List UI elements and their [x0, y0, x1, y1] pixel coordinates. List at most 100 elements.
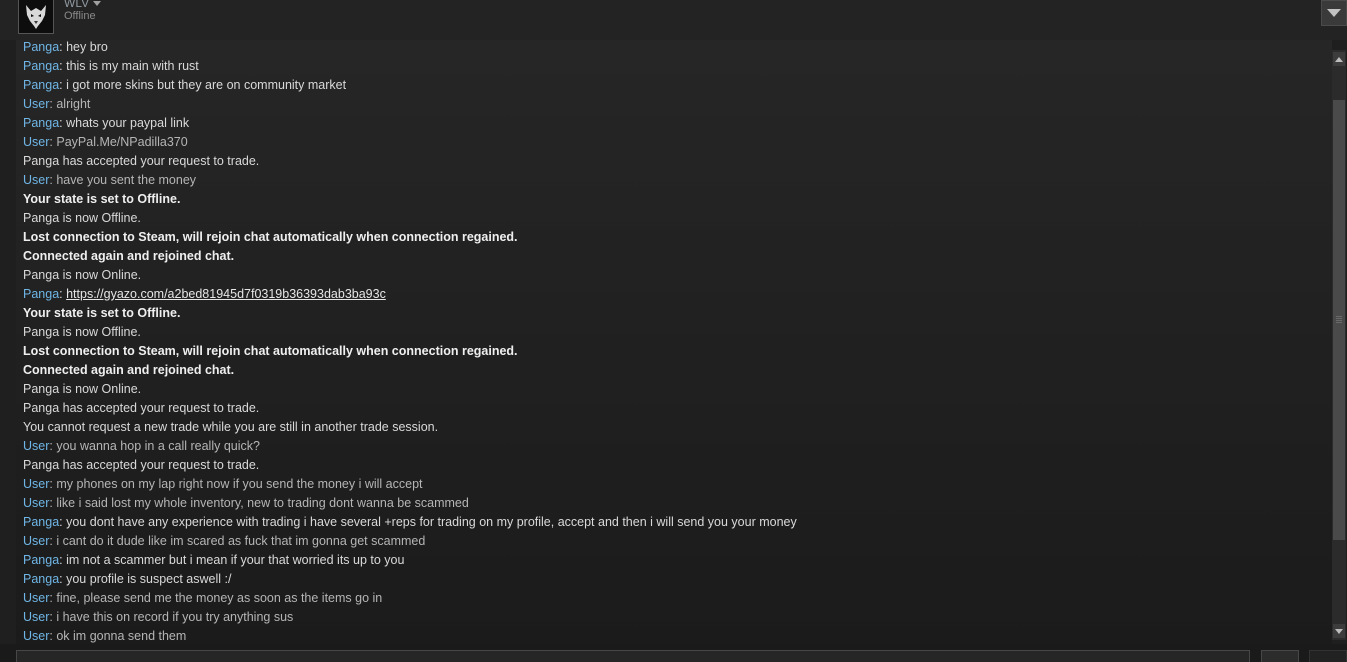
chat-line: Panga has accepted your request to trade… — [23, 152, 259, 171]
chat-line: Panga: you profile is suspect aswell :/ — [23, 570, 231, 589]
chat-message: have you sent the money — [56, 173, 197, 187]
chat-line: User: have you sent the money — [23, 171, 196, 190]
scrollbar[interactable] — [1332, 50, 1346, 640]
chat-sender[interactable]: User — [23, 610, 49, 624]
send-button[interactable] — [1261, 650, 1299, 662]
chat-message: like i said lost my whole inventory, new… — [56, 496, 469, 510]
chat-sender[interactable]: User — [23, 591, 49, 605]
system-message: Panga is now Offline. — [23, 211, 141, 225]
chat-sender[interactable]: Panga — [23, 287, 59, 301]
chat-sender[interactable]: User — [23, 534, 49, 548]
chat-sender[interactable]: Panga — [23, 78, 59, 92]
chat-sender[interactable]: Panga — [23, 515, 59, 529]
chat-line: You cannot request a new trade while you… — [23, 418, 438, 437]
system-message: Your state is set to Offline. — [23, 306, 181, 320]
chat-sender[interactable]: Panga — [23, 59, 59, 73]
user-name: WLV — [64, 0, 90, 10]
chat-line: Connected again and rejoined chat. — [23, 247, 234, 266]
system-message: Panga is now Online. — [23, 382, 142, 396]
scroll-down-button[interactable] — [1333, 624, 1345, 638]
system-message: Panga has accepted your request to trade… — [23, 458, 260, 472]
chat-message: i cant do it dude like im scared as fuck… — [56, 534, 426, 548]
user-name-row[interactable]: WLV — [64, 0, 102, 10]
chat-line: User: fine, please send me the money as … — [23, 589, 382, 608]
system-message: Connected again and rejoined chat. — [23, 363, 235, 377]
chat-sender[interactable]: Panga — [23, 553, 59, 567]
chat-message: ok im gonna send them — [56, 629, 187, 643]
chat-line: Panga: you dont have any experience with… — [23, 513, 797, 532]
system-message: Panga is now Offline. — [23, 325, 141, 339]
chat-line: User: PayPal.Me/NPadilla370 — [23, 133, 188, 152]
system-message: Lost connection to Steam, will rejoin ch… — [23, 344, 518, 358]
chat-message: this is my main with rust — [66, 59, 199, 73]
chat-line: Panga is now Online. — [23, 266, 141, 285]
message-input[interactable] — [16, 650, 1250, 662]
chat-line: Panga has accepted your request to trade… — [23, 399, 259, 418]
chat-message: alright — [56, 97, 91, 111]
chat-line: User: ok im gonna send them — [23, 627, 186, 644]
system-message: Panga is now Online. — [23, 268, 142, 282]
system-message: Lost connection to Steam, will rejoin ch… — [23, 230, 518, 244]
chat-sender[interactable]: User — [23, 496, 49, 510]
avatar[interactable] — [18, 0, 54, 34]
chat-message: PayPal.Me/NPadilla370 — [56, 135, 188, 149]
chat-sender[interactable]: Panga — [23, 116, 59, 130]
chat-line: Panga: this is my main with rust — [23, 57, 199, 76]
chat-line: Panga: whats your paypal link — [23, 114, 189, 133]
chat-window: WLV Offline Panga: hey bro Panga: this is… — [0, 0, 1347, 662]
chat-message: you dont have any experience with tradin… — [66, 515, 797, 529]
chat-line: Panga: im not a scammer but i mean if yo… — [23, 551, 404, 570]
chat-message: you wanna hop in a call really quick? — [56, 439, 260, 453]
chat-line: User: i cant do it dude like im scared a… — [23, 532, 425, 551]
chat-line: User: like i said lost my whole inventor… — [23, 494, 469, 513]
arrow-up-icon — [1335, 56, 1343, 62]
scroll-up-button[interactable] — [1333, 52, 1345, 66]
chevron-down-icon[interactable] — [93, 0, 102, 6]
chat-message: hey bro — [66, 40, 108, 54]
system-message: Panga has accepted your request to trade… — [23, 154, 260, 168]
chat-link[interactable]: https://gyazo.com/a2bed81945d7f0319b3639… — [66, 287, 386, 301]
chat-line: User: my phones on my lap right now if y… — [23, 475, 423, 494]
arrow-down-icon — [1335, 628, 1343, 634]
chat-sender[interactable]: User — [23, 439, 49, 453]
chat-line: Panga: hey bro — [23, 40, 108, 57]
chat-line: User: i have this on record if you try a… — [23, 608, 293, 627]
input-area — [0, 644, 1347, 662]
chat-message: whats your paypal link — [66, 116, 190, 130]
chat-sender[interactable]: Panga — [23, 572, 59, 586]
chat-line: User: you wanna hop in a call really qui… — [23, 437, 260, 456]
chat-message: i have this on record if you try anythin… — [56, 610, 294, 624]
chat-line: User: alright — [23, 95, 90, 114]
menu-dropdown-button[interactable] — [1321, 0, 1347, 26]
chat-log[interactable]: Panga: hey bro Panga: this is my main wit… — [16, 40, 1332, 644]
chat-sender[interactable]: User — [23, 629, 49, 643]
chat-sender[interactable]: User — [23, 173, 49, 187]
chat-message: my phones on my lap right now if you sen… — [56, 477, 423, 491]
chat-line: Panga: i got more skins but they are on … — [23, 76, 346, 95]
chat-line: Your state is set to Offline. — [23, 190, 180, 209]
chat-sender[interactable]: User — [23, 477, 49, 491]
system-message: Panga has accepted your request to trade… — [23, 401, 260, 415]
chat-line: Panga has accepted your request to trade… — [23, 456, 259, 475]
chat-line: Panga is now Offline. — [23, 209, 141, 228]
chat-line: Your state is set to Offline. — [23, 304, 180, 323]
options-button[interactable] — [1309, 650, 1347, 662]
chat-message: fine, please send me the money as soon a… — [56, 591, 383, 605]
chat-sender[interactable]: User — [23, 135, 49, 149]
chat-line: Connected again and rejoined chat. — [23, 361, 234, 380]
scroll-thumb[interactable] — [1333, 100, 1345, 540]
chat-sender[interactable]: Panga — [23, 40, 59, 54]
chat-line: Lost connection to Steam, will rejoin ch… — [23, 342, 518, 361]
system-message: Connected again and rejoined chat. — [23, 249, 235, 263]
chat-header: WLV Offline — [0, 0, 1347, 40]
system-message: You cannot request a new trade while you… — [23, 420, 439, 434]
chevron-down-icon — [1327, 9, 1341, 17]
chat-line: Panga: https://gyazo.com/a2bed81945d7f03… — [23, 285, 386, 304]
user-status: Offline — [64, 10, 96, 22]
system-message: Your state is set to Offline. — [23, 192, 181, 206]
chat-line: Panga is now Online. — [23, 380, 141, 399]
chat-message: i got more skins but they are on communi… — [66, 78, 347, 92]
chat-sender[interactable]: User — [23, 97, 49, 111]
chat-message: you profile is suspect aswell :/ — [66, 572, 232, 586]
scroll-grip-icon — [1336, 316, 1342, 323]
